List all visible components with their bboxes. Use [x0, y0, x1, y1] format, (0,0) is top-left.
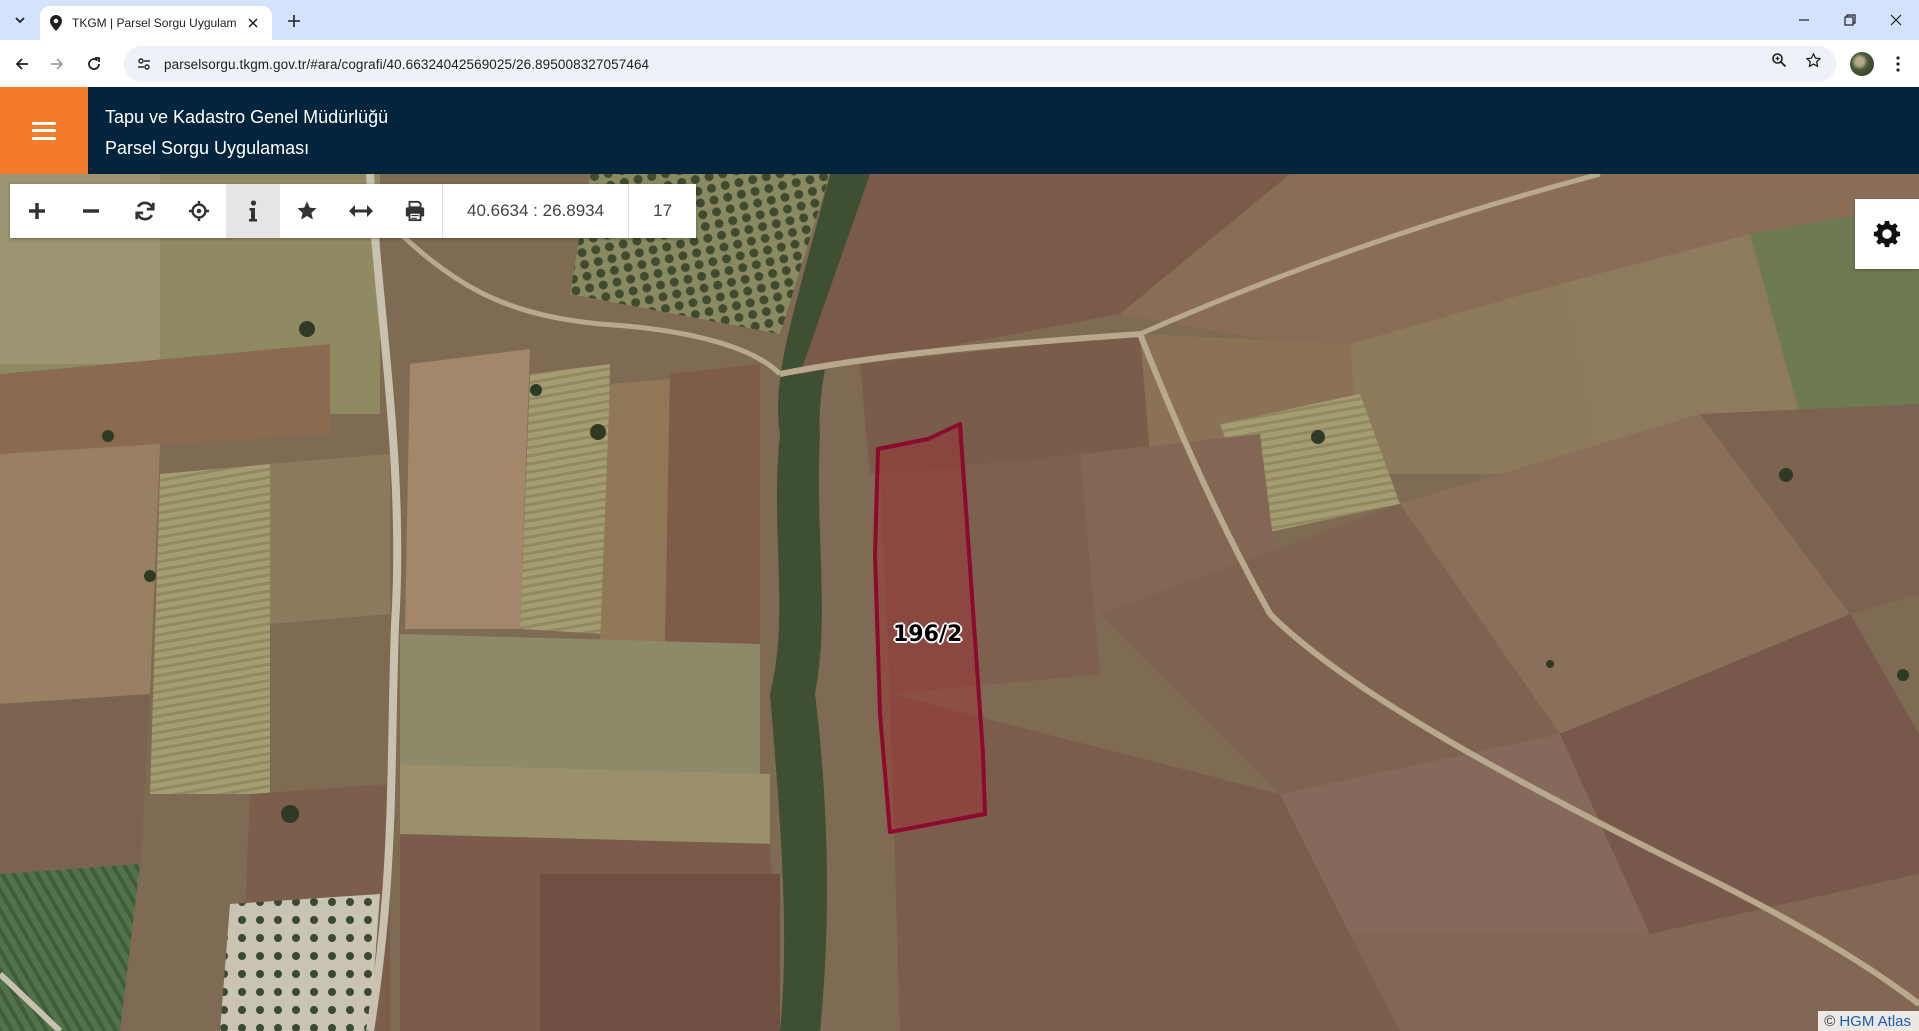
app-header: Tapu ve Kadastro Genel Müdürlüğü Parsel …: [0, 87, 1919, 174]
measure-icon: [349, 205, 373, 217]
print-button[interactable]: [388, 184, 442, 238]
gear-icon: [1873, 220, 1901, 248]
info-icon: [249, 200, 257, 222]
chevron-down-icon: [15, 17, 25, 24]
browser-tab-active[interactable]: TKGM | Parsel Sorgu Uygulaması: [40, 6, 272, 40]
browser-tab-bar: TKGM | Parsel Sorgu Uygulaması: [0, 0, 1919, 40]
plus-icon: [288, 15, 300, 27]
zoom-magnifier-icon: [1772, 53, 1787, 68]
agency-name: Tapu ve Kadastro Genel Müdürlüğü: [105, 107, 389, 127]
reload-icon: [88, 57, 100, 70]
app-name: Parsel Sorgu Uygulaması: [105, 138, 310, 158]
minimize-icon: [1799, 19, 1809, 21]
url-text[interactable]: parselsorgu.tkgm.gov.tr/#ara/cografi/40.…: [164, 57, 649, 72]
site-info-icon[interactable]: [134, 54, 154, 74]
copyright-symbol: ©: [1824, 1012, 1836, 1030]
tab-title: TKGM | Parsel Sorgu Uygulaması: [72, 16, 237, 30]
browser-menu-button[interactable]: [1886, 52, 1910, 76]
map-canvas[interactable]: 196/2 40.6634 : 26.8934 17 © HGM Atlas: [0, 174, 1919, 1031]
refresh-button[interactable]: [118, 184, 172, 238]
print-icon: [405, 200, 425, 222]
restore-button[interactable]: [1834, 6, 1866, 34]
zoom-out-button[interactable]: [64, 184, 118, 238]
tab-close-button[interactable]: [244, 14, 262, 32]
close-icon: [248, 18, 258, 28]
locate-button[interactable]: [172, 184, 226, 238]
info-button[interactable]: [226, 184, 280, 238]
app-title: Tapu ve Kadastro Genel Müdürlüğü Parsel …: [105, 102, 388, 164]
refresh-icon: [135, 201, 155, 221]
hamburger-icon: [32, 121, 56, 140]
coordinate-display: 40.6634 : 26.8934: [442, 184, 628, 238]
zoom-in-button[interactable]: [10, 184, 64, 238]
map-toolbar: 40.6634 : 26.8934 17: [10, 184, 697, 238]
close-icon: [1890, 14, 1902, 26]
profile-avatar[interactable]: [1850, 52, 1874, 76]
attribution-link[interactable]: HGM Atlas: [1839, 1013, 1911, 1030]
satellite-imagery: [0, 174, 1919, 1031]
parcel-label[interactable]: 196/2: [893, 622, 962, 647]
minimize-button[interactable]: [1788, 6, 1820, 34]
forward-button[interactable]: [44, 51, 70, 77]
bookmark-button[interactable]: [1802, 49, 1824, 71]
browser-address-bar: parselsorgu.tkgm.gov.tr/#ara/cografi/40.…: [0, 40, 1919, 87]
settings-button[interactable]: [1855, 199, 1919, 269]
arrow-left-icon: [15, 58, 28, 70]
window-close-button[interactable]: [1880, 6, 1912, 34]
star-outline-icon: [1805, 52, 1821, 67]
measure-button[interactable]: [334, 184, 388, 238]
url-bar[interactable]: parselsorgu.tkgm.gov.tr/#ara/cografi/40.…: [124, 46, 1836, 82]
zoom-out-icon: [83, 209, 99, 213]
locate-icon: [188, 200, 210, 222]
zoom-level-display: 17: [628, 184, 696, 238]
zoom-in-icon: [29, 203, 45, 219]
more-vertical-icon: [1896, 56, 1900, 72]
map-pin-icon: [50, 15, 62, 31]
back-button[interactable]: [9, 51, 35, 77]
main-menu-button[interactable]: [0, 87, 88, 174]
arrow-right-icon: [51, 58, 64, 70]
star-icon: [297, 201, 317, 220]
new-tab-button[interactable]: [282, 9, 306, 33]
zoom-indicator-button[interactable]: [1768, 49, 1790, 71]
favorites-button[interactable]: [280, 184, 334, 238]
tab-search-button[interactable]: [8, 8, 32, 32]
restore-icon: [1844, 14, 1856, 26]
reload-button[interactable]: [81, 51, 107, 77]
map-attribution: © HGM Atlas: [1818, 1011, 1919, 1031]
